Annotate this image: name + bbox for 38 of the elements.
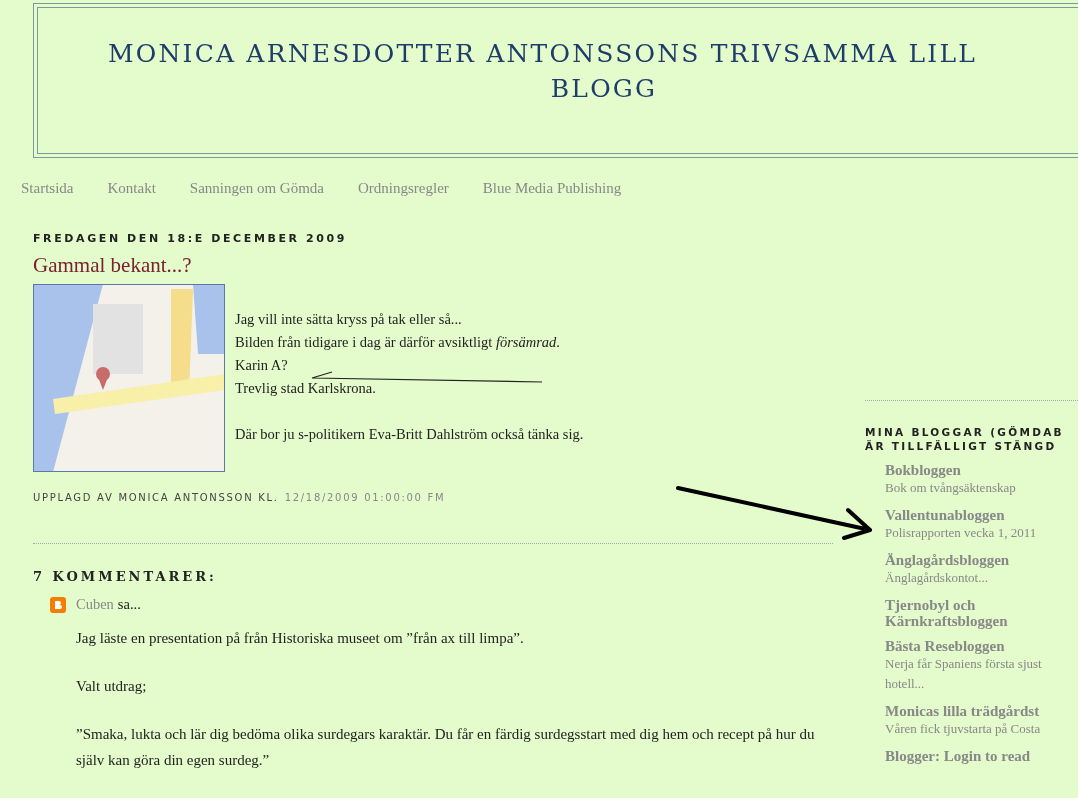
comment-text: Jag läste en presentation på från Historiska museet om ”från ax till limpa”. [76, 629, 525, 648]
blog-latest-post: Polisrapporten vecka 1, 2011 [885, 524, 1038, 542]
nav-link[interactable]: Kontakt [107, 180, 156, 194]
sidebar-heading: MINA BLOGGAR (GÖMDAB [865, 425, 1065, 439]
comments-heading: 7 KOMMENTARER: [33, 569, 218, 584]
comment-author[interactable]: Cuben [76, 596, 114, 613]
comment-text: ”Smaka, lukta och lär dig bedöma olika surdegars karaktär. Du får en färdig surdegsstart med dig hem och recept på hur du själv kan göra din egen surdeg.” [76, 725, 816, 770]
blog-link[interactable]: Tjernobyl och Kärnkraftsbloggen [885, 597, 1060, 629]
blog-link[interactable]: Bästa Resebloggen [885, 638, 1060, 654]
post-timestamp[interactable]: 12/18/2009 01:00:00 FM [284, 492, 446, 503]
blog-latest-post: Bok om tvångsäktenskap [885, 479, 1017, 497]
map-drawing[interactable] [33, 284, 225, 472]
blog-link[interactable]: Monicas lilla trädgårdst [885, 703, 1060, 719]
post-text: Karin A? [235, 357, 288, 373]
blogger-icon [50, 596, 66, 613]
comment-text: Valt utdrag; [76, 677, 148, 696]
sidebar-heading: ÄR TILLFÄLLIGT STÄNGD [865, 439, 1058, 453]
post-title[interactable]: Gammal bekant...? [33, 253, 833, 278]
blog-title[interactable]: BLOGG [37, 71, 1078, 106]
nav-link[interactable]: Ordningsregler [358, 180, 449, 194]
blog-latest-post: Våren fick tjuvstarta på Costa [885, 720, 1042, 738]
blog-link[interactable]: Blogger: Login to read [885, 748, 1060, 764]
nav-link[interactable]: Startsida [21, 180, 74, 194]
post-text: Bilden från tidigare i dag är därför avsiktligt försämrad. [235, 334, 560, 350]
post-text: Där bor ju s-politikern Eva-Britt Dahlström också tänka sig. [235, 426, 584, 442]
post-date: FREDAGEN DEN 18:E DECEMBER 2009 [33, 232, 349, 245]
nav-link[interactable]: Blue Media Publishing [482, 180, 622, 194]
nav-link[interactable]: Sanningen om Gömda [189, 180, 324, 194]
post-text: Jag vill inte sätta kryss på tak eller så... [235, 311, 462, 327]
blog-latest-post: Änglagårdskontot... [885, 569, 989, 587]
comment-says: sa... [117, 596, 141, 613]
post-byline: UPPLAGD AV MONICA ANTONSSON KL. [33, 492, 279, 503]
blog-link[interactable]: Änglagårdsbloggen [885, 552, 1060, 568]
blog-title[interactable]: MONICA ARNESDOTTER ANTONSSONS TRIVSAMMA LILL [38, 36, 1078, 71]
blog-link[interactable]: Bokbloggen [885, 462, 1060, 478]
blog-link[interactable]: Vallentunabloggen [885, 507, 1060, 523]
blog-latest-post: Nerja får Spaniens första sjust hotell... [885, 655, 1043, 693]
post-text: Trevlig stad Karlskrona. [235, 380, 376, 396]
